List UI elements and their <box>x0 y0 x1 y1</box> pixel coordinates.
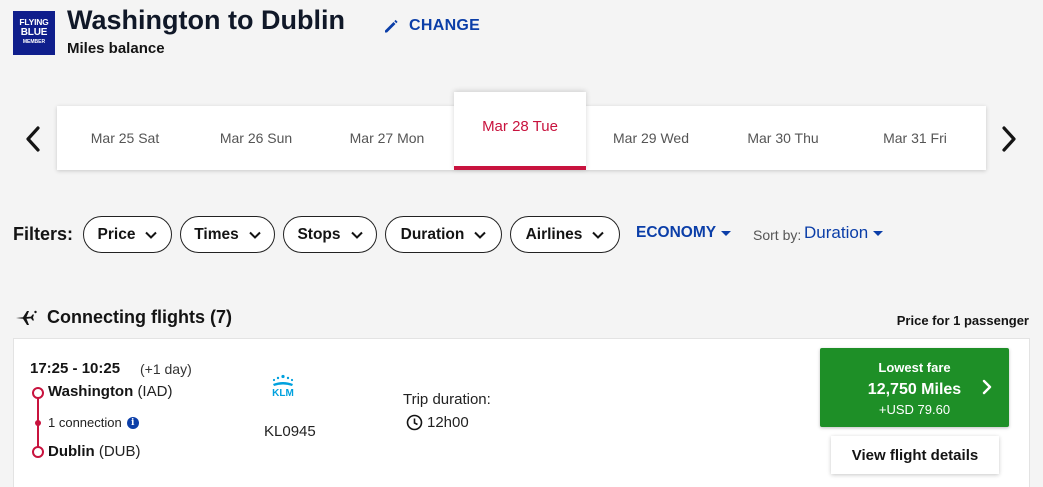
date-tab-mar-30[interactable]: Mar 30 Thu <box>717 106 849 170</box>
date-tab-mar-29[interactable]: Mar 29 Wed <box>585 106 717 170</box>
chevron-left-icon <box>26 126 40 152</box>
filter-times-label: Times <box>194 225 239 243</box>
page-title: Washington to Dublin <box>67 5 345 35</box>
section-title: Connecting flights (7) <box>47 307 232 327</box>
next-dates-button[interactable] <box>997 124 1021 154</box>
origin-dot <box>32 387 44 399</box>
origin-airport: Washington (IAD) <box>48 383 172 400</box>
fare-usd: +USD 79.60 <box>878 402 951 417</box>
date-tab-mar-25[interactable]: Mar 25 Sat <box>59 106 191 170</box>
chevron-down-icon <box>592 231 605 239</box>
chevron-down-icon <box>474 231 487 239</box>
chevron-down-icon <box>350 231 363 239</box>
previous-dates-button[interactable] <box>21 124 45 154</box>
destination-airport: Dublin (DUB) <box>48 443 141 460</box>
klm-wordmark: KLM <box>272 388 294 398</box>
destination-code: (DUB) <box>98 443 141 460</box>
destination-city: Dublin <box>48 443 95 460</box>
logo-line1: FLYING <box>19 17 49 27</box>
filters-label: Filters: <box>13 224 74 244</box>
filter-price-label: Price <box>97 225 136 243</box>
klm-logo: KLM <box>264 374 302 403</box>
plus-day-note: (+1 day) <box>140 361 192 377</box>
date-selector: Mar 25 Sat Mar 26 Sun Mar 27 Mon Mar 28 … <box>57 92 986 170</box>
origin-code: (IAD) <box>137 383 173 400</box>
section-header: Connecting flights (7) <box>15 307 232 328</box>
info-icon[interactable]: i <box>126 416 139 429</box>
filter-price[interactable]: Price <box>83 216 172 253</box>
header: FLYING BLUE MEMBER Washington to Dublin … <box>13 5 1033 66</box>
sort-value: Duration <box>804 223 869 242</box>
miles-balance-label: Miles balance <box>67 40 165 57</box>
connection-dot <box>35 420 41 426</box>
trip-duration: 12h00 <box>406 414 469 431</box>
price-note: Price for 1 passenger <box>896 313 1029 328</box>
date-tab-mar-27[interactable]: Mar 27 Mon <box>321 106 453 170</box>
cabin-class-dropdown[interactable]: ECONOMY <box>636 224 732 242</box>
caret-down-icon <box>721 230 732 236</box>
trip-duration-label: Trip duration: <box>403 391 491 408</box>
change-button[interactable]: CHANGE <box>383 17 480 35</box>
flight-card[interactable]: 17:25 - 10:25 (+1 day) Washington (IAD) … <box>13 338 1030 487</box>
chevron-down-icon <box>145 231 158 239</box>
filter-airlines-label: Airlines <box>525 225 583 243</box>
destination-dot <box>32 446 44 458</box>
chevron-right-icon <box>982 379 992 395</box>
logo-line2: BLUE <box>20 26 48 38</box>
flying-blue-logo: FLYING BLUE MEMBER <box>13 11 55 55</box>
logo-line3: MEMBER <box>22 38 46 45</box>
origin-city: Washington <box>48 383 134 400</box>
connection-info[interactable]: 1 connection i <box>48 415 139 430</box>
cabin-class-value: ECONOMY <box>636 224 717 241</box>
filter-stops-label: Stops <box>297 225 341 243</box>
fare-label: Lowest fare <box>878 360 951 375</box>
filter-times[interactable]: Times <box>180 216 275 253</box>
caret-down-icon <box>873 230 884 236</box>
view-flight-details-button[interactable]: View flight details <box>831 436 999 474</box>
flight-number: KL0945 <box>264 423 316 440</box>
clock-icon <box>406 414 423 431</box>
chevron-right-icon <box>1002 126 1016 152</box>
chevron-down-icon <box>249 231 261 239</box>
change-button-label: CHANGE <box>409 17 481 34</box>
date-tab-mar-31[interactable]: Mar 31 Fri <box>849 106 981 170</box>
filter-airlines[interactable]: Airlines <box>510 216 620 253</box>
fare-miles: 12,750 Miles <box>867 381 962 398</box>
trip-duration-value: 12h00 <box>427 414 469 431</box>
lowest-fare-button[interactable]: Lowest fare 12,750 Miles +USD 79.60 <box>820 348 1009 427</box>
flight-times: 17:25 - 10:25 <box>30 360 121 377</box>
sort-by-label: Sort by: <box>753 227 802 243</box>
connection-label: 1 connection <box>48 415 122 430</box>
pencil-icon <box>385 19 398 33</box>
filter-duration-label: Duration <box>400 225 465 243</box>
connecting-plane-icon <box>16 310 37 325</box>
klm-crown-icon: KLM <box>272 374 294 399</box>
filter-stops[interactable]: Stops <box>283 216 377 253</box>
sort-dropdown[interactable]: Duration <box>804 223 884 243</box>
filter-duration[interactable]: Duration <box>385 216 502 253</box>
date-tab-mar-28-selected[interactable]: Mar 28 Tue <box>454 92 586 170</box>
date-tab-mar-26[interactable]: Mar 26 Sun <box>190 106 322 170</box>
